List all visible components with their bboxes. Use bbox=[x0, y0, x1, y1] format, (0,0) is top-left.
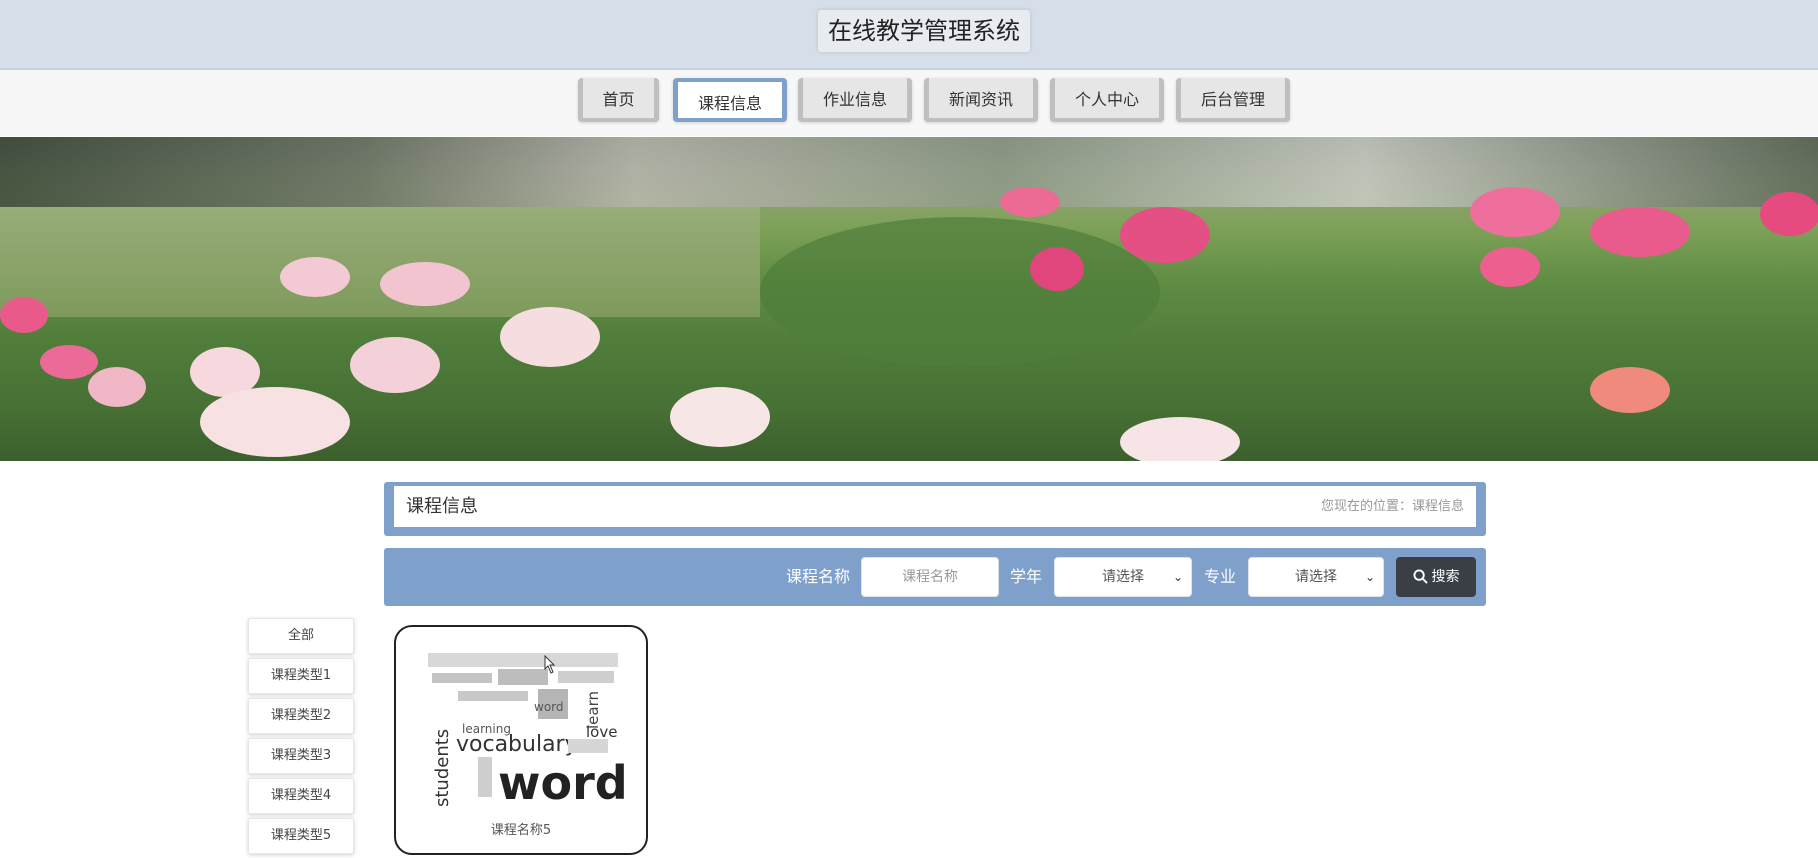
flower-decoration bbox=[88, 367, 146, 407]
flower-decoration bbox=[280, 257, 350, 297]
flower-decoration bbox=[1760, 192, 1818, 236]
word-cloud-image: vocabulary words students learn love wor… bbox=[418, 639, 628, 811]
breadcrumb: 您现在的位置：课程信息 bbox=[1320, 499, 1464, 514]
flower-decoration bbox=[1030, 247, 1084, 291]
course-card[interactable]: vocabulary words students learn love wor… bbox=[394, 625, 648, 855]
word-cloud-word: learning bbox=[462, 722, 511, 736]
nav-item-admin[interactable]: 后台管理 bbox=[1176, 78, 1290, 122]
banner-lawn bbox=[0, 207, 760, 317]
category-type-3[interactable]: 课程类型3 bbox=[248, 738, 354, 774]
course-name-label: 课程名称 bbox=[786, 567, 851, 586]
category-type-5[interactable]: 课程类型5 bbox=[248, 818, 354, 854]
search-button[interactable]: 搜索 bbox=[1396, 557, 1476, 597]
banner-carousel[interactable] bbox=[0, 137, 1818, 461]
word-cloud-word: students bbox=[432, 729, 453, 807]
flower-decoration bbox=[1000, 187, 1060, 217]
category-sidebar: 全部 课程类型1 课程类型2 课程类型3 课程类型4 课程类型5 bbox=[248, 618, 354, 858]
chevron-down-icon: ⌄ bbox=[1364, 570, 1375, 584]
major-select-value: 请选择 bbox=[1295, 569, 1337, 585]
main-nav: 首页 课程信息 作业信息 新闻资讯 个人中心 后台管理 bbox=[0, 70, 1818, 136]
site-header: 在线教学管理系统 bbox=[0, 0, 1818, 70]
bush-decoration bbox=[760, 217, 1160, 367]
course-name: 课程名称5 bbox=[490, 823, 552, 838]
section-header-inner: 课程信息 您现在的位置：课程信息 bbox=[394, 486, 1476, 527]
category-type-4[interactable]: 课程类型4 bbox=[248, 778, 354, 814]
course-name-input[interactable] bbox=[861, 557, 999, 597]
section-header: 课程信息 您现在的位置：课程信息 bbox=[384, 482, 1486, 536]
search-icon bbox=[1412, 569, 1428, 584]
nav-item-news[interactable]: 新闻资讯 bbox=[924, 78, 1038, 122]
flower-decoration bbox=[670, 387, 770, 447]
category-type-1[interactable]: 课程类型1 bbox=[248, 658, 354, 694]
major-label: 专业 bbox=[1204, 567, 1237, 586]
category-type-2[interactable]: 课程类型2 bbox=[248, 698, 354, 734]
flower-decoration bbox=[200, 387, 350, 457]
mouse-cursor-icon bbox=[544, 655, 556, 674]
page-title: 课程信息 bbox=[406, 496, 478, 517]
search-bar: 课程名称 学年 请选择 ⌄ 专业 请选择 ⌄ 搜索 bbox=[384, 548, 1486, 606]
flower-decoration bbox=[1120, 207, 1210, 263]
nav-item-home[interactable]: 首页 bbox=[578, 78, 659, 122]
flower-decoration bbox=[0, 297, 48, 333]
flower-decoration bbox=[1120, 417, 1240, 461]
site-title: 在线教学管理系统 bbox=[818, 10, 1030, 52]
nav-item-profile[interactable]: 个人中心 bbox=[1050, 78, 1164, 122]
nav-item-homework[interactable]: 作业信息 bbox=[798, 78, 912, 122]
year-label: 学年 bbox=[1010, 567, 1043, 586]
word-cloud-word: love bbox=[586, 723, 617, 741]
flower-decoration bbox=[350, 337, 440, 393]
word-cloud-word: words bbox=[498, 756, 628, 810]
year-select-value: 请选择 bbox=[1102, 569, 1144, 585]
chevron-down-icon: ⌄ bbox=[1172, 570, 1183, 584]
category-all[interactable]: 全部 bbox=[248, 618, 354, 654]
nav-item-courses[interactable]: 课程信息 bbox=[673, 78, 787, 122]
flower-decoration bbox=[1480, 247, 1540, 287]
course-thumbnail: vocabulary words students learn love wor… bbox=[418, 639, 628, 811]
flower-decoration bbox=[1590, 367, 1670, 413]
flower-decoration bbox=[500, 307, 600, 367]
word-cloud-word: word bbox=[534, 700, 564, 714]
search-button-label: 搜索 bbox=[1431, 569, 1460, 585]
flower-decoration bbox=[1470, 187, 1560, 237]
year-select[interactable]: 请选择 ⌄ bbox=[1054, 557, 1192, 597]
major-select[interactable]: 请选择 ⌄ bbox=[1248, 557, 1384, 597]
flower-decoration bbox=[380, 262, 470, 306]
flower-decoration bbox=[40, 345, 98, 379]
flower-decoration bbox=[1590, 207, 1690, 257]
